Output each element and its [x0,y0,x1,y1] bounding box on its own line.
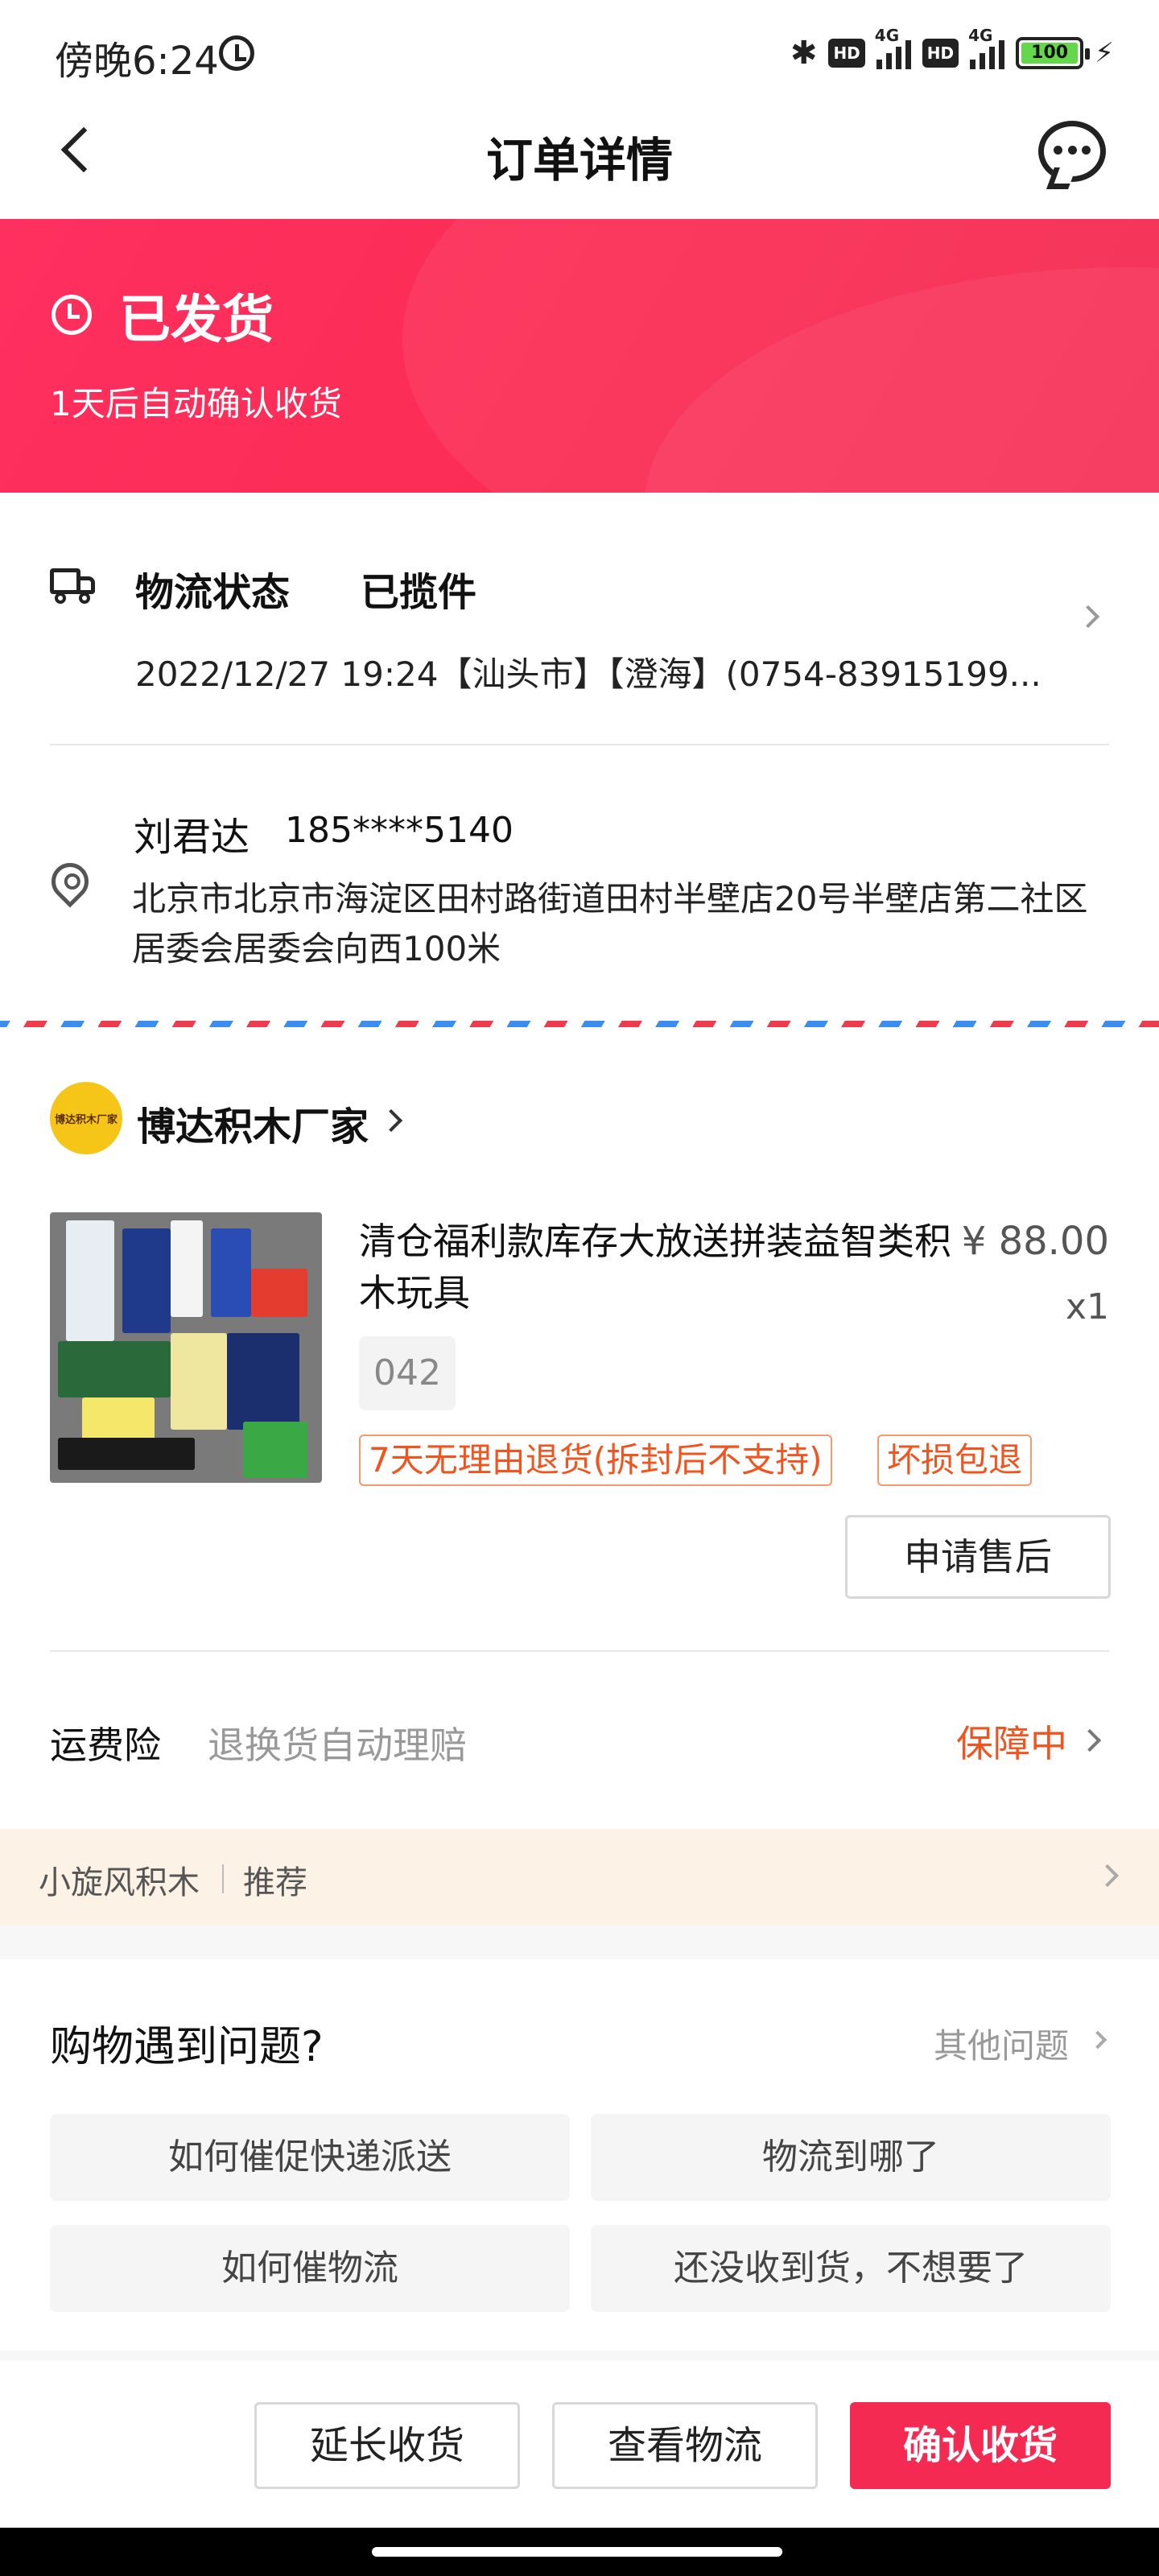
hd-icon: HD [922,39,959,68]
product-price: ¥ 88.00 [961,1219,1109,1264]
status-bar: 傍晚6:24 ✱ HD 4G HD 4G 100 ⚡ [0,0,1159,97]
other-questions-link[interactable]: 其他问题 [934,2019,1069,2068]
clock-icon [52,295,92,335]
order-status: 已发货 [119,291,274,350]
after-sale-button[interactable]: 申请售后 [845,1515,1111,1599]
section-gap [0,2351,1159,2360]
separator [222,1864,224,1893]
signal-4g-icon: 4G [968,26,1005,69]
alarm-icon [219,35,254,71]
home-indicator[interactable] [372,2547,782,2557]
recommend-label: 推荐 [243,1864,307,1901]
help-question-button[interactable]: 还没收到货，不想要了 [591,2225,1111,2312]
help-question-button[interactable]: 如何催物流 [50,2225,570,2312]
airmail-border [0,1021,1159,1027]
order-status-banner: 已发货 1天后自动确认收货 [0,219,1159,493]
section-gap [0,1926,1159,1959]
logistics-detail: 2022/12/27 19:24【汕头市】【澄海】(0754-83915199.… [135,654,1041,694]
divider [50,744,1109,745]
logistics-row[interactable] [0,515,1159,749]
insurance-status[interactable]: 保障中 [956,1715,1067,1768]
recipient-phone: 185****5140 [285,810,514,851]
hd-icon: HD [828,39,865,68]
confirm-receipt-button[interactable]: 确认收货 [850,2402,1111,2489]
damage-return-tag: 坏损包退 [877,1435,1033,1486]
charging-icon: ⚡ [1095,37,1114,69]
chat-bubble-icon[interactable] [1038,121,1106,182]
battery-level: 100 [1021,43,1079,64]
bluetooth-icon: ✱ [790,35,818,72]
product-quantity: x1 [1065,1286,1109,1327]
battery-icon: 100 [1016,37,1091,69]
auto-confirm-note: 1天后自动确认收货 [50,384,342,423]
divider [50,1650,1109,1652]
help-question-button[interactable]: 物流到哪了 [591,2114,1111,2201]
recipient-name: 刘君达 [134,815,250,860]
chevron-right-icon[interactable] [1088,2030,1107,2050]
recommend-shop: 小旋风积木 [39,1864,200,1901]
page-title: 订单详情 [485,133,673,188]
status-time: 傍晚6:24 [55,39,219,84]
product-image[interactable] [50,1212,322,1483]
help-question-button[interactable]: 如何催促快递派送 [50,2114,570,2201]
signal-4g-icon: 4G [875,26,911,69]
help-title: 购物遇到问题? [50,2023,324,2071]
truck-icon [50,564,97,604]
insurance-description: 退换货自动理赔 [208,1724,467,1767]
logistics-status: 已揽件 [361,570,477,615]
product-sku: 042 [359,1336,456,1410]
shop-avatar[interactable]: 博达积木厂家 [50,1082,122,1154]
view-logistics-button[interactable]: 查看物流 [552,2402,818,2489]
chevron-right-icon[interactable] [379,1108,403,1133]
location-pin-icon [43,855,97,908]
status-icons: ✱ HD 4G HD 4G 100 ⚡ [790,26,1114,76]
product-title[interactable]: 清仓福利款库存大放送拼装益智类积木玩具 [359,1216,971,1319]
insurance-label: 运费险 [50,1724,161,1767]
logistics-label: 物流状态 [135,570,291,615]
recipient-address: 北京市北京市海淀区田村路街道田村半壁店20号半壁店第二社区居委会居委会向西100… [132,879,1088,968]
extend-receipt-button[interactable]: 延长收货 [254,2402,520,2489]
return-policy-tag: 7天无理由退货(拆封后不支持) [359,1435,832,1486]
chevron-right-icon[interactable] [1078,1728,1102,1752]
shop-name[interactable]: 博达积木厂家 [137,1095,369,1151]
